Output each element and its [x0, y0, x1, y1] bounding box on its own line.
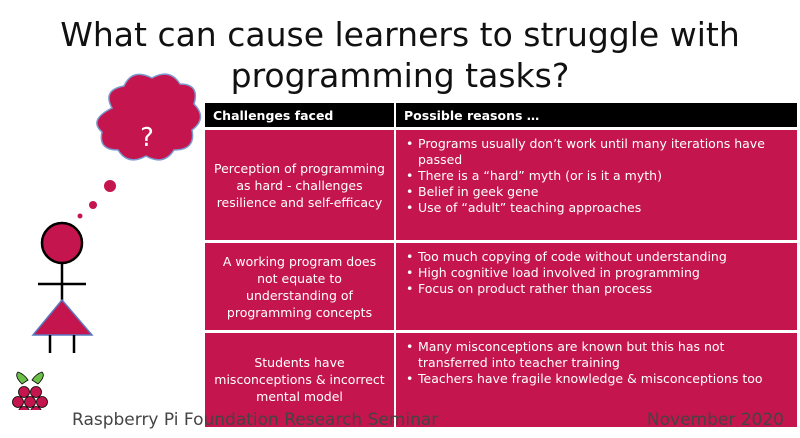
challenges-table: Challenges faced Possible reasons … Perc…	[205, 103, 799, 427]
reason-item: High cognitive load involved in programm…	[406, 265, 789, 281]
challenge-cell: Perception of programming as hard - chal…	[205, 127, 396, 242]
stick-figure	[31, 221, 94, 353]
challenge-cell: A working program does not equate to und…	[205, 240, 396, 332]
figure-head	[40, 221, 84, 265]
reasons-list: Many misconceptions are known but this h…	[404, 339, 789, 387]
table-header-row: Challenges faced Possible reasons …	[205, 103, 799, 129]
header-reasons: Possible reasons …	[395, 103, 799, 129]
reason-item: Too much copying of code without underst…	[406, 249, 789, 265]
thought-dot-large	[104, 180, 116, 192]
reason-item: Teachers have fragile knowledge & miscon…	[406, 371, 789, 387]
reason-item: Belief in geek gene	[406, 184, 789, 200]
reasons-list: Too much copying of code without underst…	[404, 249, 789, 297]
raspberry-pi-logo-icon	[12, 371, 48, 410]
table-row: Perception of programming as hard - chal…	[205, 127, 799, 242]
reason-item: Focus on product rather than process	[406, 281, 789, 297]
thought-bubble-symbol: ?	[140, 123, 154, 153]
thought-bubble: ?	[77, 73, 202, 219]
thought-dot-medium	[89, 201, 97, 209]
reason-item: There is a “hard” myth (or is it a myth)	[406, 168, 789, 184]
table-row: A working program does not equate to und…	[205, 240, 799, 332]
reasons-cell: Programs usually don’t work until many i…	[395, 127, 799, 242]
thought-dot-small	[77, 213, 83, 219]
figure-dress	[31, 298, 94, 336]
footer-date: November 2020	[646, 410, 784, 430]
reasons-list: Programs usually don’t work until many i…	[404, 136, 789, 216]
reasons-cell: Too much copying of code without underst…	[395, 240, 799, 332]
reason-item: Many misconceptions are known but this h…	[406, 339, 789, 371]
reason-item: Programs usually don’t work until many i…	[406, 136, 789, 168]
stick-figure-illustration: ?	[12, 73, 202, 410]
footer-seminar-name: Raspberry Pi Foundation Research Seminar	[72, 410, 439, 430]
header-challenges: Challenges faced	[205, 103, 396, 129]
reason-item: Use of “adult” teaching approaches	[406, 200, 789, 216]
